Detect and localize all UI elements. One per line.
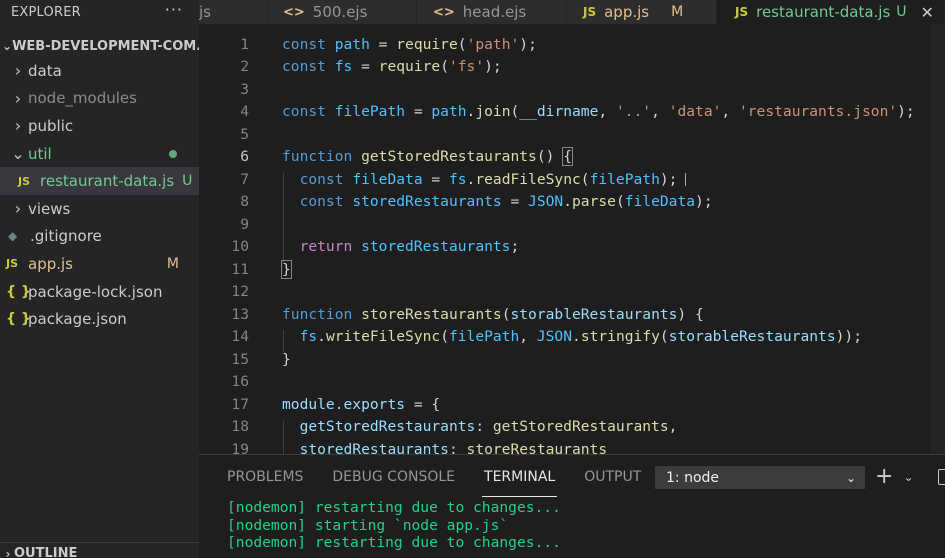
terminal-line: [nodemon] restarting due to changes... (227, 499, 561, 516)
modified-badge: M (166, 255, 179, 272)
code-line: 14 fs.writeFileSync(filePath, JSON.strin… (231, 328, 862, 346)
code-line: 10 return storedRestaurants; (231, 238, 520, 256)
modified-dot-icon (169, 149, 177, 158)
outline-title: OUTLINE (14, 546, 78, 558)
code-line: 15 } (231, 350, 291, 368)
code-line: 12 (231, 283, 249, 301)
terminal-select-value: 1: node (666, 469, 720, 486)
chevron-down-icon: ⌄ (2, 39, 13, 53)
code-line: 2 const fs = require('fs'); (240, 58, 502, 76)
workspace-name: WEB-DEVELOPMENT-COM... (12, 38, 199, 54)
editor-scrollbar[interactable] (931, 24, 945, 454)
tree-folder-public[interactable]: › public (0, 112, 199, 140)
tree-item-label: views (28, 199, 71, 218)
chevron-right-icon: › (14, 88, 22, 108)
tab-label: head.ejs (462, 3, 527, 21)
chevron-down-icon: ⌄ (845, 470, 856, 485)
js-file-icon: JS (18, 174, 31, 188)
code-line: 5 (240, 125, 249, 143)
tab-label: js (199, 3, 211, 21)
tree-file-package-json[interactable]: { } package.json (0, 305, 199, 333)
tree-file-restaurant-data[interactable]: JS restaurant-data.js U (0, 167, 199, 195)
code-line: 19 storedRestaurants: storeRestaurants (231, 440, 608, 454)
new-terminal-icon[interactable]: + (875, 466, 893, 488)
code-editor[interactable]: 1 const path = require('path'); 2 const … (199, 24, 945, 454)
close-icon[interactable]: ✕ (921, 3, 934, 22)
tree-file-package-lock[interactable]: { } package-lock.json (0, 278, 199, 306)
code-line: 9 (240, 215, 249, 233)
tab-label: restaurant-data.js (756, 3, 891, 21)
code-line: 18 getStoredRestaurants: getStoredRestau… (231, 418, 678, 436)
code-line-current: 6 function getStoredRestaurants() { (240, 147, 573, 167)
chevron-right-icon: › (14, 116, 22, 136)
code-line: 8 const storedRestaurants = JSON.parse(f… (240, 193, 713, 211)
tab-500-ejs[interactable]: <> 500.ejs (269, 0, 417, 24)
untracked-badge: U (896, 4, 907, 20)
chevron-right-icon: › (5, 546, 11, 558)
code-line: 11 } (231, 259, 292, 279)
ejs-file-icon: <> (433, 4, 455, 20)
workspace-folder[interactable]: ⌄ WEB-DEVELOPMENT-COM... (0, 35, 199, 57)
terminal-output[interactable]: [nodemon] restarting due to changes... [… (199, 499, 945, 552)
json-file-icon: { } (6, 311, 31, 328)
explorer-sidebar: EXPLORER ··· ⌄ WEB-DEVELOPMENT-COM... › … (0, 0, 199, 558)
editor-tabbar: js <> 500.ejs <> head.ejs JS app.js M JS… (199, 0, 945, 24)
tab-output[interactable]: OUTPUT (584, 455, 641, 499)
panel-actions: + ⌄ (875, 466, 945, 488)
tree-item-label: package.json (28, 310, 127, 329)
outline-section[interactable]: › OUTLINE (0, 542, 199, 558)
code-line: 4 const filePath = path.join(__dirname, … (240, 103, 915, 121)
tree-file-gitignore[interactable]: ◆ .gitignore (0, 223, 199, 251)
code-line: 16 (231, 373, 249, 391)
tab-partial[interactable]: js (199, 0, 269, 24)
tree-folder-views[interactable]: › views (0, 195, 199, 223)
more-actions-icon[interactable]: ··· (165, 0, 183, 19)
json-file-icon: { } (6, 283, 31, 300)
tree-folder-node-modules[interactable]: › node_modules (0, 85, 199, 113)
tab-label: 500.ejs (312, 3, 368, 21)
chevron-down-icon: ⌄ (11, 144, 25, 164)
chevron-down-icon[interactable]: ⌄ (903, 470, 913, 484)
tree-folder-util[interactable]: ⌄ util (0, 140, 199, 168)
tree-item-label: node_modules (28, 89, 137, 108)
chevron-right-icon: › (14, 199, 22, 219)
tab-app-js[interactable]: JS app.js M (567, 0, 717, 24)
modified-badge: M (671, 4, 684, 20)
js-file-icon: JS (735, 5, 749, 19)
code-line: 17 module.exports = { (231, 395, 441, 413)
js-file-icon: JS (583, 5, 597, 19)
bottom-panel: PROBLEMS DEBUG CONSOLE TERMINAL OUTPUT 1… (199, 454, 945, 558)
tree-item-label: app.js (28, 254, 73, 273)
code-line: 7 const fileData = fs.readFileSync(fileP… (199, 168, 945, 191)
terminal-line: [nodemon] starting `node app.js` (227, 516, 509, 534)
tree-item-label: package-lock.json (28, 282, 163, 301)
code-line: 3 (240, 80, 249, 98)
tab-problems[interactable]: PROBLEMS (227, 455, 303, 499)
code-line: 1 const path = require('path'); (240, 35, 537, 53)
tree-file-app-js[interactable]: JS app.js M (0, 250, 199, 278)
tab-terminal[interactable]: TERMINAL (482, 455, 558, 499)
explorer-title: EXPLORER (11, 4, 81, 20)
terminal-select[interactable]: 1: node ⌄ (655, 466, 865, 489)
tree-item-label: .gitignore (30, 227, 102, 246)
code-line: 13 function storeRestaurants(storableRes… (231, 305, 704, 323)
js-file-icon: JS (6, 257, 19, 271)
tab-restaurant-data-js[interactable]: JS restaurant-data.js U ✕ (717, 0, 945, 24)
terminal-line: [nodemon] restarting due to changes... (227, 534, 561, 551)
split-terminal-icon[interactable] (937, 469, 945, 485)
explorer-header: EXPLORER ··· (0, 0, 199, 24)
tree-folder-data[interactable]: › data (0, 57, 199, 85)
tab-head-ejs[interactable]: <> head.ejs (417, 0, 567, 24)
chevron-right-icon: › (14, 61, 22, 81)
tree-item-label: public (28, 116, 74, 135)
git-icon: ◆ (8, 229, 18, 244)
tree-item-label: restaurant-data.js (40, 172, 175, 191)
mouse-cursor-icon (685, 173, 687, 187)
untracked-badge: U (182, 173, 193, 190)
tab-label: app.js (604, 3, 650, 21)
tree-item-label: data (28, 61, 62, 80)
tab-debug-console[interactable]: DEBUG CONSOLE (332, 455, 455, 499)
tree-item-label: util (28, 144, 52, 163)
ejs-file-icon: <> (283, 4, 305, 20)
